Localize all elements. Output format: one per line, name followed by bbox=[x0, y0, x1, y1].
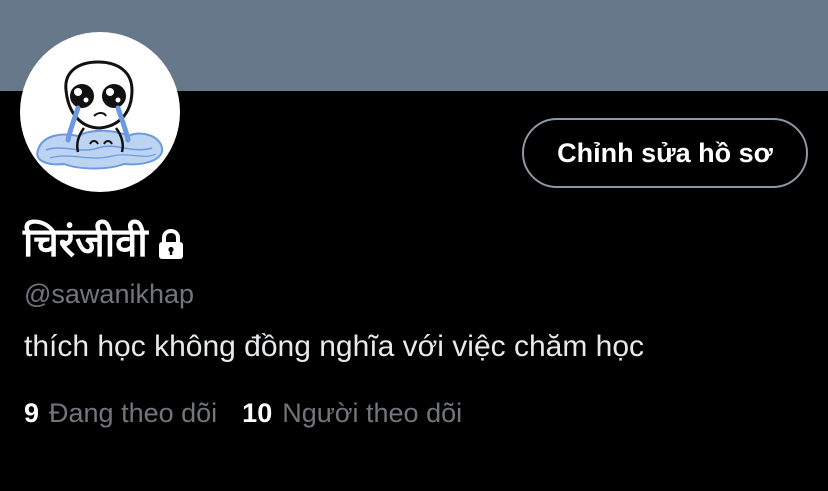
followers-count: 10 bbox=[242, 398, 273, 428]
following-count: 9 bbox=[24, 398, 40, 428]
avatar[interactable] bbox=[20, 32, 180, 192]
profile-bio: thích học không đồng nghĩa với việc chăm… bbox=[24, 330, 645, 363]
edit-profile-button[interactable]: Chỉnh sửa hồ sơ bbox=[522, 118, 808, 188]
followers-stat[interactable]: 10 Người theo dõi bbox=[242, 396, 462, 430]
display-name: चिरंजीवी bbox=[23, 220, 148, 266]
display-name-row: चिरंजीवी bbox=[23, 214, 186, 272]
following-stat[interactable]: 9 Đang theo dõi bbox=[24, 396, 217, 430]
lock-icon bbox=[156, 228, 186, 261]
username-handle: @sawanikhap bbox=[24, 279, 195, 309]
following-label: Đang theo dõi bbox=[49, 398, 218, 428]
profile-page: Chỉnh sửa hồ sơ चिरंजीवी @sawanikhap thí… bbox=[0, 0, 828, 491]
followers-label: Người theo dõi bbox=[282, 398, 463, 428]
follow-stats: 9 Đang theo dõi 10 Người theo dõi bbox=[24, 396, 462, 430]
avatar-crying-doodle bbox=[36, 60, 164, 170]
